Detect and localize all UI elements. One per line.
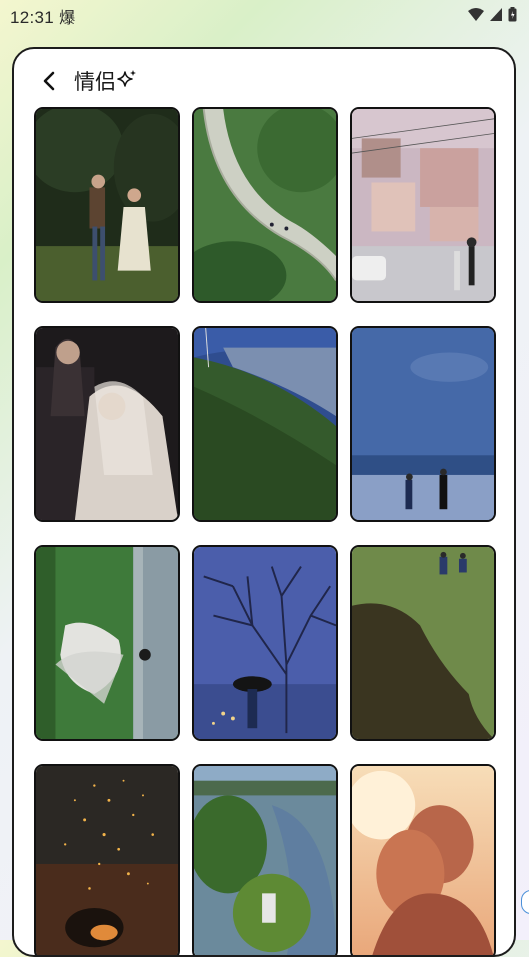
status-bar: 12:31 爆 <box>0 0 529 30</box>
photo-tile[interactable] <box>192 107 338 303</box>
photo-tile[interactable] <box>350 107 496 303</box>
couple-running-field-image <box>36 109 178 301</box>
photo-tile[interactable] <box>350 764 496 955</box>
winding-road-aerial-image <box>194 109 336 301</box>
photo-tile[interactable] <box>34 107 180 303</box>
photo-tile[interactable] <box>34 545 180 741</box>
sparks-night-image <box>36 766 178 955</box>
photo-tile[interactable] <box>34 764 180 955</box>
floating-handle[interactable] <box>521 890 529 914</box>
photo-tile[interactable] <box>192 326 338 522</box>
photo-tile[interactable] <box>34 326 180 522</box>
hillside-town-street-image <box>352 109 494 301</box>
wifi-icon <box>468 8 484 21</box>
wedding-bride-veil-image <box>36 328 178 520</box>
mountain-slope-image <box>194 328 336 520</box>
grass-field-shadow-image <box>352 547 494 739</box>
photo-tile[interactable] <box>350 326 496 522</box>
seaside-couple-blue-image <box>352 328 494 520</box>
photo-tile[interactable] <box>192 764 338 955</box>
header: 情侣 <box>14 49 514 107</box>
album-panel: 情侣 <box>12 47 516 957</box>
signal-icon <box>490 8 502 21</box>
river-trees-image <box>194 766 336 955</box>
photo-tile[interactable] <box>192 545 338 741</box>
chevron-left-icon[interactable] <box>40 69 60 93</box>
sparkle-icon <box>117 70 136 87</box>
bride-on-grass-image <box>36 547 178 739</box>
battery-icon <box>508 7 517 22</box>
page-title: 情侣 <box>74 70 116 94</box>
bare-tree-umbrella-image <box>194 547 336 739</box>
status-icons <box>468 7 517 22</box>
sunset-embrace-image <box>352 766 494 955</box>
status-time: 12:31 爆 <box>10 8 76 27</box>
photo-tile[interactable] <box>350 545 496 741</box>
